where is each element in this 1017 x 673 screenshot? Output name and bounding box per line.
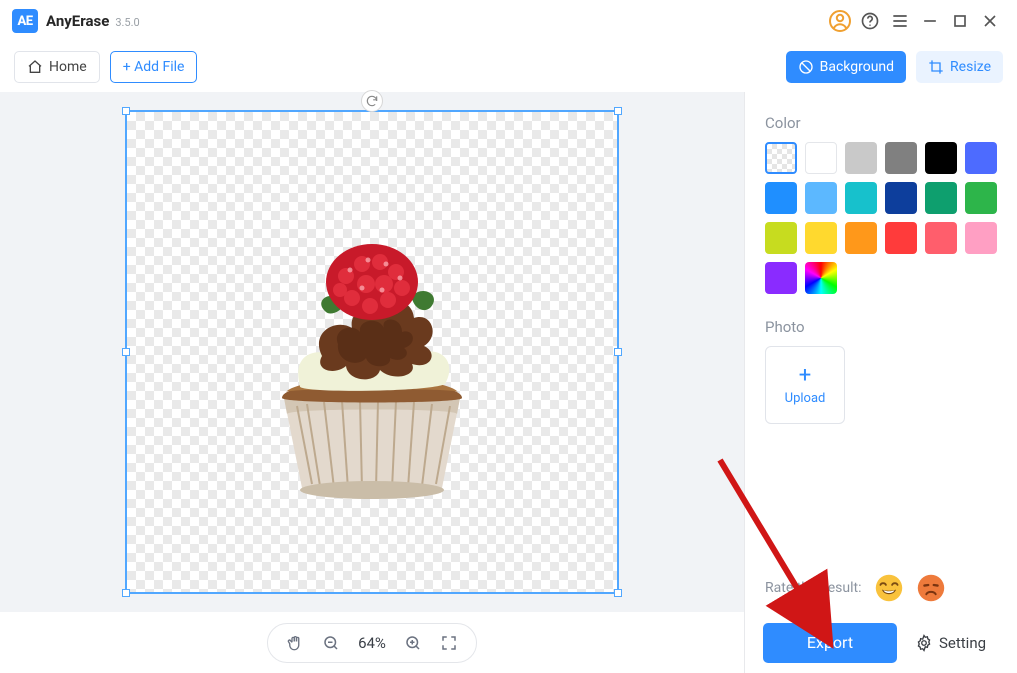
color-swatch-17[interactable] [965, 222, 997, 254]
resize-handle-tr[interactable] [614, 107, 622, 115]
color-swatch-4[interactable] [925, 142, 957, 174]
color-swatch-13[interactable] [805, 222, 837, 254]
upload-photo-button[interactable]: + Upload [765, 346, 845, 424]
setting-button[interactable]: Setting [915, 634, 986, 652]
help-icon[interactable] [855, 6, 885, 36]
export-button[interactable]: Export [763, 623, 897, 663]
color-swatch-11[interactable] [965, 182, 997, 214]
add-file-button[interactable]: + Add File [110, 51, 198, 83]
zoom-in-button[interactable] [404, 634, 422, 652]
cupcake-image [252, 236, 492, 506]
color-swatch-2[interactable] [845, 142, 877, 174]
app-version: 3.5.0 [115, 16, 139, 29]
right-panel: Color Photo + Upload Rate this result: [745, 92, 1017, 612]
gear-icon [915, 634, 933, 652]
rate-happy-icon[interactable] [875, 574, 903, 602]
zoom-out-button[interactable] [322, 634, 340, 652]
home-icon [27, 59, 43, 75]
canvas-frame[interactable] [125, 110, 619, 594]
app-logo: AE [12, 9, 38, 33]
toolbar: Home + Add File Background Resize [0, 42, 1017, 92]
main-area: Color Photo + Upload Rate this result: [0, 92, 1017, 612]
export-label: Export [807, 633, 853, 652]
color-swatch-15[interactable] [885, 222, 917, 254]
resize-button[interactable]: Resize [916, 51, 1003, 83]
color-swatch-1[interactable] [805, 142, 837, 174]
pan-tool-button[interactable] [286, 634, 304, 652]
zoom-controls: 64% [267, 623, 477, 663]
color-swatch-7[interactable] [805, 182, 837, 214]
color-swatch-8[interactable] [845, 182, 877, 214]
color-swatch-12[interactable] [765, 222, 797, 254]
color-swatches [765, 142, 997, 294]
minimize-icon[interactable] [915, 6, 945, 36]
zoom-value: 64% [358, 634, 386, 652]
resize-handle-ml[interactable] [122, 348, 130, 356]
user-icon[interactable] [825, 6, 855, 36]
color-swatch-3[interactable] [885, 142, 917, 174]
color-swatch-5[interactable] [965, 142, 997, 174]
titlebar: AE AnyErase 3.5.0 [0, 0, 1017, 42]
footer: 64% Export Setting [0, 612, 1017, 673]
resize-handle-br[interactable] [614, 589, 622, 597]
close-icon[interactable] [975, 6, 1005, 36]
background-button[interactable]: Background [786, 51, 906, 83]
rate-label: Rate this result: [765, 580, 861, 596]
background-icon [798, 59, 814, 75]
color-swatch-16[interactable] [925, 222, 957, 254]
rate-row: Rate this result: [745, 574, 1017, 602]
home-label: Home [49, 59, 87, 75]
color-swatch-9[interactable] [885, 182, 917, 214]
color-swatch-6[interactable] [765, 182, 797, 214]
resize-handle-tl[interactable] [122, 107, 130, 115]
resize-handle-bl[interactable] [122, 589, 130, 597]
color-swatch-14[interactable] [845, 222, 877, 254]
resize-handle-mr[interactable] [614, 348, 622, 356]
background-label: Background [820, 59, 894, 75]
maximize-icon[interactable] [945, 6, 975, 36]
color-heading: Color [765, 114, 997, 132]
rate-sad-icon[interactable] [917, 574, 945, 602]
canvas-area[interactable] [0, 92, 745, 612]
color-swatch-10[interactable] [925, 182, 957, 214]
photo-heading: Photo [765, 318, 997, 336]
app-name: AnyErase [46, 12, 109, 30]
crop-icon [928, 59, 944, 75]
color-swatch-18[interactable] [765, 262, 797, 294]
fit-screen-button[interactable] [440, 634, 458, 652]
add-file-label: + Add File [123, 59, 185, 75]
setting-label: Setting [939, 634, 986, 652]
resize-label: Resize [950, 59, 991, 75]
color-swatch-0[interactable] [765, 142, 797, 174]
upload-label: Upload [785, 391, 826, 406]
rotate-handle[interactable] [361, 90, 383, 112]
menu-icon[interactable] [885, 6, 915, 36]
home-button[interactable]: Home [14, 51, 100, 83]
footer-left: 64% [0, 612, 745, 673]
plus-icon: + [799, 365, 811, 387]
footer-right: Export Setting [745, 612, 1017, 673]
color-swatch-19[interactable] [805, 262, 837, 294]
